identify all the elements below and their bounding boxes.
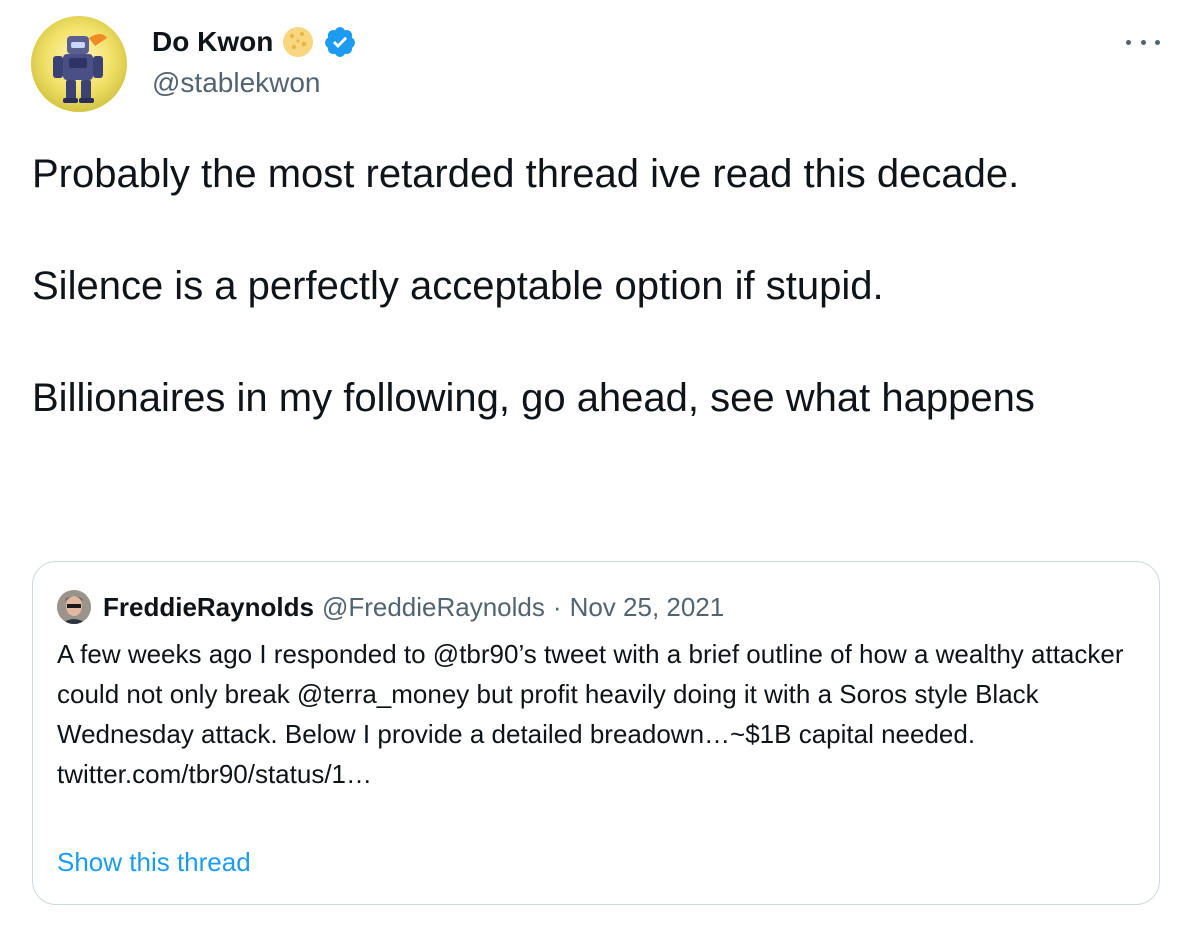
robot-avatar-icon — [53, 34, 107, 103]
tweet-paragraph: Probably the most retarded thread ive re… — [32, 152, 1020, 196]
verified-badge-icon — [325, 27, 356, 57]
quoted-tweet-link[interactable]: twitter.com/tbr90/status/1… — [57, 754, 1137, 794]
quoted-tweet-header: FreddieRaynolds @FreddieRaynolds · Nov 2… — [57, 588, 724, 626]
show-thread-link[interactable]: Show this thread — [57, 844, 251, 880]
dot — [1155, 39, 1160, 45]
author-handle[interactable]: @stablekwon — [152, 66, 321, 100]
tweet-paragraph: Billionaires in my following, go ahead, … — [32, 376, 1035, 420]
author-display-name[interactable]: Do Kwon — [152, 24, 273, 60]
author-name-row: Do Kwon — [152, 24, 357, 60]
quoted-author-name: FreddieRaynolds — [103, 591, 314, 622]
quoted-tweet-body: A few weeks ago I responded to @tbr90’s … — [57, 639, 1124, 749]
quoted-author-handle: @FreddieRaynolds — [321, 591, 545, 622]
tweet-paragraph: Silence is a perfectly acceptable option… — [32, 264, 884, 308]
quoted-tweet-text: A few weeks ago I responded to @tbr90’s … — [57, 634, 1137, 794]
dot — [1126, 39, 1131, 45]
author-avatar[interactable] — [31, 16, 127, 112]
quoted-tweet-date: Nov 25, 2021 — [569, 591, 725, 622]
tweet: Do Kwon @stablekwon Probably the most re… — [0, 0, 1192, 928]
person-avatar-icon — [57, 590, 91, 624]
quoted-author-avatar — [57, 590, 91, 624]
dot — [1140, 39, 1146, 45]
tweet-text: Probably the most retarded thread ive re… — [32, 146, 1052, 426]
cookie-icon — [283, 27, 314, 57]
more-options-icon[interactable] — [1126, 30, 1160, 54]
quoted-tweet-card[interactable]: FreddieRaynolds @FreddieRaynolds · Nov 2… — [32, 561, 1160, 905]
separator-dot: · — [552, 591, 562, 622]
